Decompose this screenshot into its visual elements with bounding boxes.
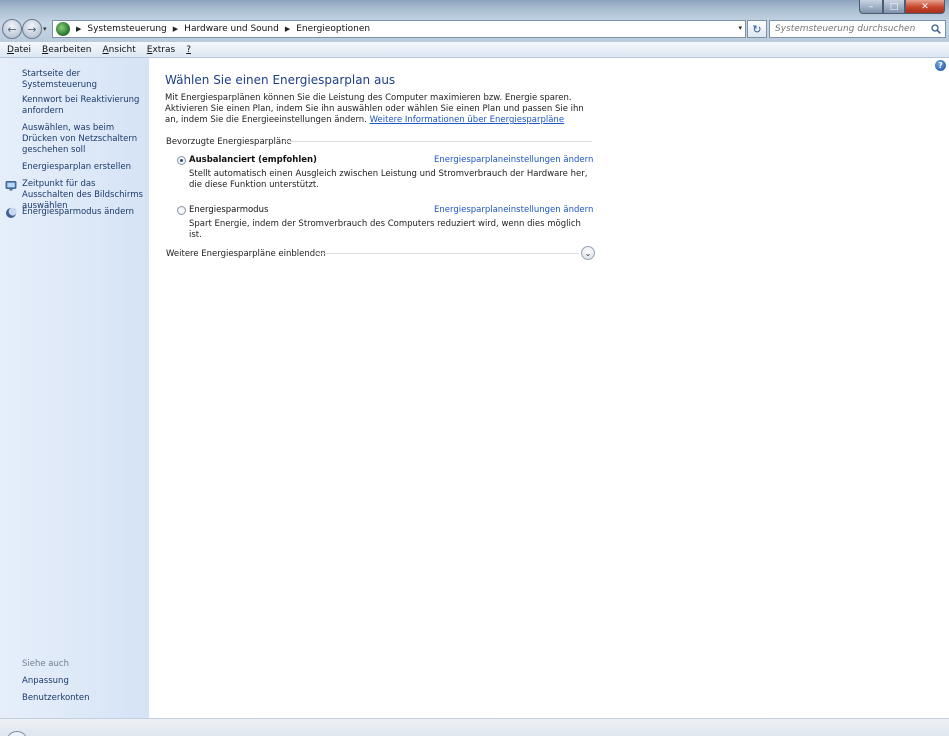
minimize-button[interactable]: – bbox=[859, 0, 883, 14]
search-input[interactable] bbox=[775, 24, 925, 34]
sidebar-link-power-buttons[interactable]: Auswählen, was beim Drücken von Netzscha… bbox=[22, 123, 146, 156]
sidebar-link-home[interactable]: Startseite der Systemsteuerung bbox=[22, 69, 146, 91]
chevron-down-icon: ⌄ bbox=[584, 248, 592, 258]
status-bar bbox=[0, 718, 949, 736]
see-also-heading: Siehe auch bbox=[22, 659, 69, 669]
close-button[interactable]: ✕ bbox=[905, 0, 945, 14]
plan-description-balanced: Stellt automatisch einen Ausgleich zwisc… bbox=[189, 169, 588, 190]
breadcrumb-separator-icon[interactable]: ▶ bbox=[285, 25, 290, 33]
sidebar-link-sleep-mode[interactable]: Energiesparmodus ändern bbox=[22, 207, 146, 218]
change-plan-settings-link-balanced[interactable]: Energiesparplaneinstellungen ändern bbox=[434, 155, 593, 165]
control-panel-icon bbox=[56, 22, 70, 36]
recent-pages-dropdown[interactable]: ▾ bbox=[43, 25, 47, 33]
search-box[interactable] bbox=[769, 20, 946, 38]
window-chrome: – □ ✕ ← → ▾ ▶ Systemsteuerung ▶ Hardware… bbox=[0, 0, 949, 42]
search-icon[interactable] bbox=[931, 24, 941, 34]
group-divider bbox=[284, 141, 592, 142]
breadcrumb-hardware-und-sound[interactable]: Hardware und Sound bbox=[184, 24, 279, 34]
refresh-button[interactable]: ↻ bbox=[747, 20, 767, 38]
page-title: Wählen Sie einen Energiesparplan aus bbox=[165, 73, 396, 87]
arrow-left-icon: ← bbox=[7, 22, 17, 36]
plan-name-power-saver[interactable]: Energiesparmodus bbox=[189, 205, 268, 215]
menu-ansicht[interactable]: Ansicht bbox=[103, 45, 136, 55]
plan-name-balanced[interactable]: Ausbalanciert (empfohlen) bbox=[189, 155, 317, 165]
forward-button[interactable]: → bbox=[22, 19, 42, 39]
breadcrumb-energieoptionen[interactable]: Energieoptionen bbox=[296, 24, 370, 34]
arrow-right-icon: → bbox=[27, 22, 37, 36]
expand-button[interactable]: ⌄ bbox=[581, 246, 595, 260]
maximize-button[interactable]: □ bbox=[883, 0, 905, 14]
window-buttons: – □ ✕ bbox=[859, 0, 945, 15]
address-bar[interactable]: ▶ Systemsteuerung ▶ Hardware und Sound ▶… bbox=[52, 20, 746, 38]
sidebar-link-create-plan[interactable]: Energiesparplan erstellen bbox=[22, 162, 146, 173]
menu-datei[interactable]: Datei bbox=[7, 45, 31, 55]
sidebar-link-user-accounts[interactable]: Benutzerkonten bbox=[22, 693, 146, 704]
help-icon[interactable]: ? bbox=[935, 60, 946, 71]
sidebar-link-password-on-wake[interactable]: Kennwort bei Reaktivierung anfordern bbox=[22, 95, 146, 117]
menu-extras[interactable]: Extras bbox=[147, 45, 175, 55]
details-icon bbox=[6, 731, 28, 736]
change-plan-settings-link-power-saver[interactable]: Energiesparplaneinstellungen ändern bbox=[434, 205, 593, 215]
sidebar-link-personalization[interactable]: Anpassung bbox=[22, 676, 146, 687]
breadcrumb-separator-icon[interactable]: ▶ bbox=[76, 25, 81, 33]
refresh-icon: ↻ bbox=[752, 22, 762, 36]
menu-bearbeiten[interactable]: Bearbeiten bbox=[42, 45, 91, 55]
show-more-plans-label[interactable]: Weitere Energiesparpläne einblenden bbox=[166, 249, 326, 259]
plan-description-power-saver: Spart Energie, indem der Stromverbrauch … bbox=[189, 219, 581, 240]
sidebar bbox=[0, 58, 149, 718]
plan-radio-power-saver[interactable] bbox=[177, 206, 186, 215]
preferred-plans-heading: Bevorzugte Energiesparpläne bbox=[166, 137, 292, 147]
moon-icon bbox=[6, 207, 17, 218]
more-info-link[interactable]: Weitere Informationen über Energiesparpl… bbox=[370, 115, 564, 125]
plan-radio-balanced[interactable] bbox=[177, 156, 186, 165]
menu-help[interactable]: ? bbox=[186, 45, 191, 55]
more-plans-divider bbox=[316, 253, 579, 254]
back-button[interactable]: ← bbox=[2, 19, 22, 39]
intro-text: Mit Energiesparplänen können Sie die Lei… bbox=[165, 93, 584, 125]
address-dropdown-icon[interactable]: ▾ bbox=[738, 24, 742, 32]
breadcrumb-separator-icon[interactable]: ▶ bbox=[173, 25, 178, 33]
breadcrumb-systemsteuerung[interactable]: Systemsteuerung bbox=[87, 24, 166, 34]
menu-bar: Datei Bearbeiten Ansicht Extras ? bbox=[0, 42, 949, 58]
monitor-icon bbox=[5, 181, 17, 191]
